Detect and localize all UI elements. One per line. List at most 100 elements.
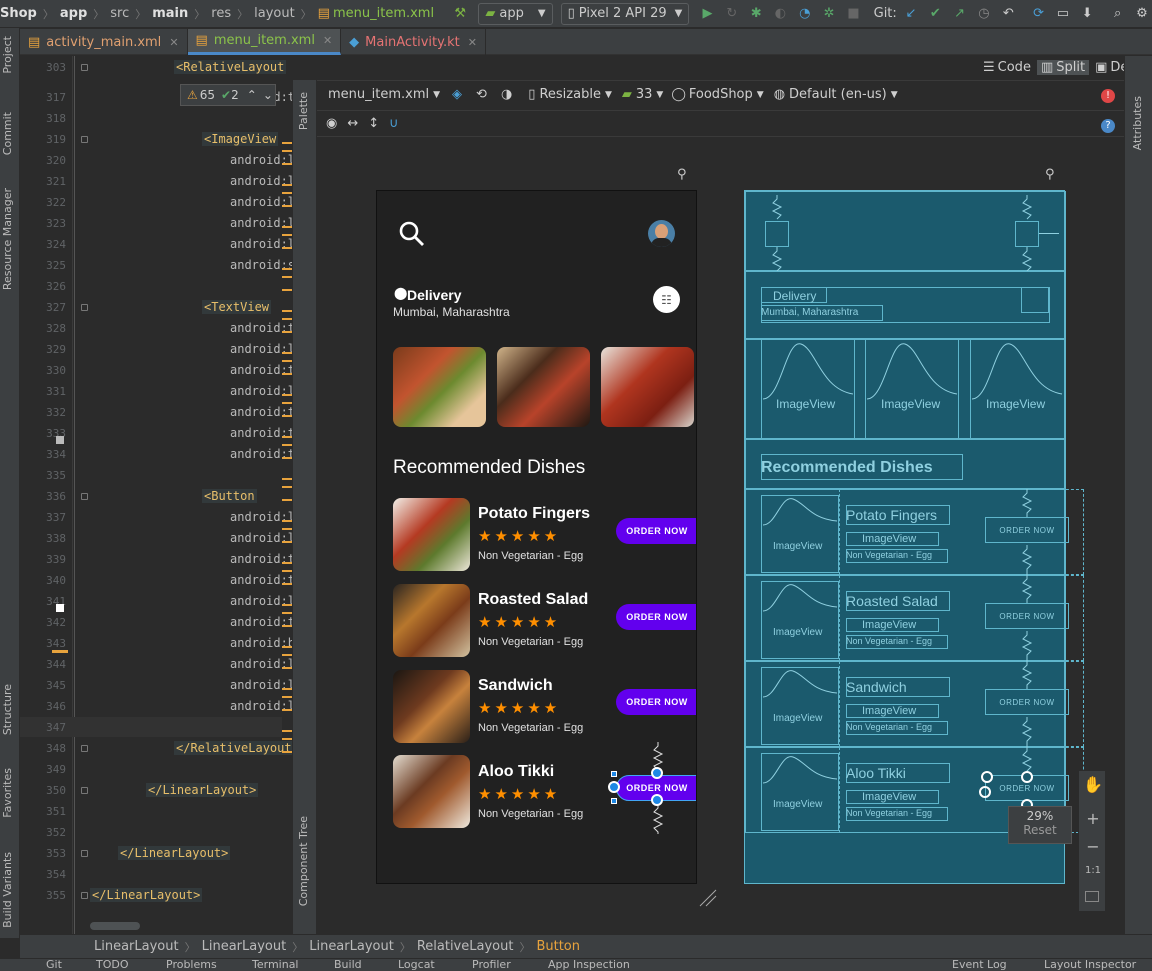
tool-resource-manager[interactable]: Resource Manager xyxy=(1,188,14,290)
rollback-icon[interactable]: ↶ xyxy=(998,3,1018,25)
tool-logcat[interactable]: Logcat xyxy=(398,959,435,971)
bp-constraint-handle[interactable] xyxy=(981,771,993,783)
breadcrumb-main[interactable]: main xyxy=(152,6,188,21)
code-line[interactable]: <Button xyxy=(202,489,257,503)
warning-stripe-mark[interactable] xyxy=(282,394,292,396)
sync-icon[interactable]: ⟳ xyxy=(1028,3,1048,25)
warning-stripe-mark[interactable] xyxy=(282,654,292,656)
warning-stripe-mark[interactable] xyxy=(282,520,292,522)
profile-icon[interactable]: ◔ xyxy=(795,3,815,25)
code-line[interactable]: </LinearLayout> xyxy=(90,888,203,902)
help-icon[interactable]: ? xyxy=(1101,119,1115,133)
inspection-widget[interactable]: ⚠ 65 ✔ 2 ⌃ ⌄ xyxy=(180,84,276,106)
warning-stripe-mark[interactable] xyxy=(282,247,292,249)
warning-stripe-mark[interactable] xyxy=(282,331,292,333)
code-line[interactable]: <RelativeLayout xyxy=(174,60,287,74)
layout-file-dropdown[interactable]: menu_item.xml ▼ xyxy=(328,87,440,102)
avatar[interactable] xyxy=(648,220,675,247)
run-icon[interactable]: ▶ xyxy=(697,3,717,25)
warning-stripe-mark[interactable] xyxy=(282,184,292,186)
split-mode-button[interactable]: ▥ Split xyxy=(1036,60,1090,75)
warning-stripe-mark[interactable] xyxy=(282,738,292,740)
pin-icon[interactable]: ⚲ xyxy=(677,167,687,182)
code-line[interactable]: <TextView xyxy=(202,300,272,314)
warning-stripe-mark[interactable] xyxy=(282,402,292,404)
tool-commit[interactable]: Commit xyxy=(1,112,14,155)
layers-icon[interactable]: ◈ xyxy=(452,87,462,102)
warning-stripe-mark[interactable] xyxy=(282,709,292,711)
error-stripe[interactable] xyxy=(282,56,292,934)
orientation-icon[interactable]: ⟲ xyxy=(476,87,487,102)
tool-event-log[interactable]: Event Log xyxy=(952,959,1007,971)
breakpoint-marker[interactable] xyxy=(56,436,64,444)
breadcrumb-module[interactable]: app xyxy=(60,6,87,21)
warning-stripe-mark[interactable] xyxy=(282,625,292,627)
fold-icon[interactable] xyxy=(81,493,88,500)
fold-icon[interactable] xyxy=(81,136,88,143)
tool-structure[interactable]: Structure xyxy=(1,684,14,735)
warning-stripe-mark[interactable] xyxy=(282,226,292,228)
vertical-arrows-icon[interactable]: ↕ xyxy=(368,116,379,131)
device-manager-icon[interactable]: ▭ xyxy=(1053,3,1073,25)
resize-handle-icon[interactable] xyxy=(698,888,718,908)
fold-icon[interactable] xyxy=(81,64,88,71)
api-dropdown[interactable]: ▰ 33 ▼ xyxy=(622,87,663,102)
warning-stripe-mark[interactable] xyxy=(282,205,292,207)
warning-stripe-mark[interactable] xyxy=(282,570,292,572)
warning-stripe-mark[interactable] xyxy=(282,612,292,614)
warning-stripe-mark[interactable] xyxy=(282,163,292,165)
locale-dropdown[interactable]: ◍ Default (en-us) ▼ xyxy=(774,87,898,102)
zoom-in-icon[interactable]: + xyxy=(1079,809,1107,828)
warning-stripe-mark[interactable] xyxy=(282,415,292,417)
warning-stripe-mark[interactable] xyxy=(282,541,292,543)
fold-icon[interactable] xyxy=(81,850,88,857)
tab-activity-main[interactable]: ▤ activity_main.xml ✕ xyxy=(20,29,188,55)
code-line[interactable]: </LinearLayout> xyxy=(146,783,259,797)
warning-stripe-mark[interactable] xyxy=(282,150,292,152)
warning-stripe-mark[interactable] xyxy=(282,436,292,438)
tool-layout-inspector[interactable]: Layout Inspector xyxy=(1044,959,1136,971)
warning-stripe-mark[interactable] xyxy=(282,604,292,606)
xml-crumb[interactable]: Button xyxy=(536,939,580,954)
breadcrumb-file[interactable]: menu_item.xml xyxy=(333,6,434,21)
tool-build[interactable]: Build xyxy=(334,959,362,971)
tool-build-variants[interactable]: Build Variants xyxy=(1,852,14,928)
tool-todo[interactable]: TODO xyxy=(96,959,129,971)
order-now-button[interactable]: ORDER NOW xyxy=(616,518,696,544)
history-icon[interactable]: ◷ xyxy=(974,3,994,25)
fold-icon[interactable] xyxy=(81,787,88,794)
horizontal-scrollbar[interactable] xyxy=(90,922,140,930)
tool-app-inspection[interactable]: App Inspection xyxy=(548,959,630,971)
palette-tab[interactable]: Palette xyxy=(297,92,310,130)
warning-stripe-mark[interactable] xyxy=(282,234,292,236)
code-editor[interactable]: 303<RelativeLayout317android:t318319<Ima… xyxy=(20,56,292,934)
constraint-handle-left[interactable] xyxy=(608,781,620,793)
warning-stripe-mark[interactable] xyxy=(282,562,292,564)
zoom-reset-link[interactable]: Reset xyxy=(1009,823,1071,837)
warning-stripe-mark[interactable] xyxy=(282,192,292,194)
tool-favorites[interactable]: Favorites xyxy=(1,768,14,818)
warning-stripe-mark[interactable] xyxy=(282,528,292,530)
close-icon[interactable]: ✕ xyxy=(468,36,477,49)
tab-main-activity[interactable]: ◆ MainActivity.kt ✕ xyxy=(341,29,486,55)
order-now-button[interactable]: ORDER NOW xyxy=(616,689,696,715)
warning-stripe-mark[interactable] xyxy=(282,688,292,690)
debug-icon[interactable]: ✱ xyxy=(746,3,766,25)
fold-icon[interactable] xyxy=(81,892,88,899)
breadcrumb-res[interactable]: res xyxy=(211,6,231,21)
warning-stripe-mark[interactable] xyxy=(282,352,292,354)
warning-stripe-mark[interactable] xyxy=(282,310,292,312)
xml-crumb[interactable]: RelativeLayout xyxy=(417,939,514,954)
resize-handle[interactable] xyxy=(611,798,617,804)
zoom-out-icon[interactable]: − xyxy=(1079,837,1107,856)
attributes-tab[interactable]: Attributes xyxy=(1131,96,1144,150)
pan-icon[interactable]: ✋ xyxy=(1079,775,1107,794)
git-update-icon[interactable]: ↙ xyxy=(901,3,921,25)
tool-terminal[interactable]: Terminal xyxy=(252,959,299,971)
eye-icon[interactable]: ◉ xyxy=(326,116,337,131)
warning-stripe-mark[interactable] xyxy=(282,289,292,291)
device-dropdown[interactable]: ▯ Resizable ▼ xyxy=(528,87,612,102)
warning-stripe-mark[interactable] xyxy=(282,457,292,459)
component-tree-tab[interactable]: Component Tree xyxy=(297,816,310,906)
run-config-dropdown[interactable]: ▰ app ▼ xyxy=(478,2,553,25)
